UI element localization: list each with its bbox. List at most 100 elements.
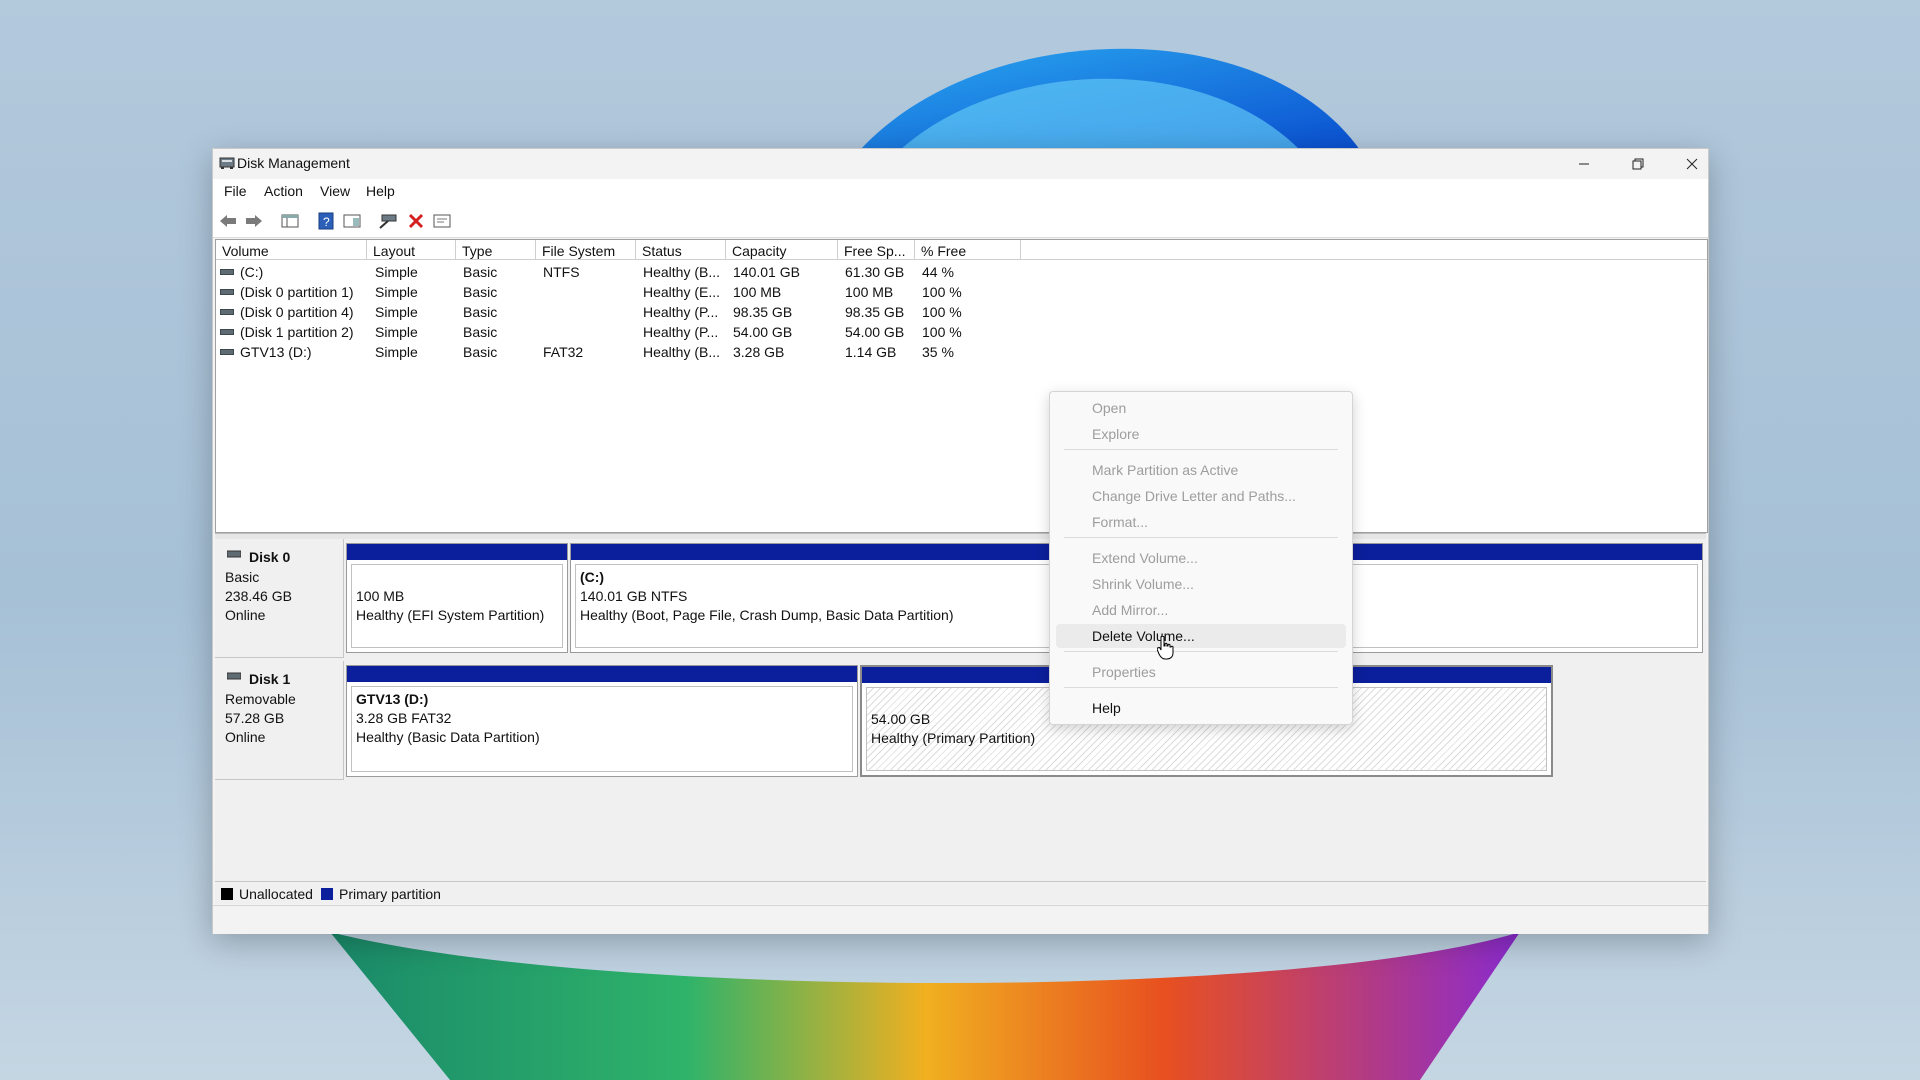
cell-type: Basic [463,324,498,340]
menu-action[interactable]: Action [264,183,303,199]
delete-button[interactable] [406,211,426,231]
partition-title: GTV13 (D:) [356,691,429,707]
partition-efi[interactable]: 100 MB Healthy (EFI System Partition) [346,543,568,653]
column-header-type[interactable]: Type [456,240,536,260]
table-row[interactable]: GTV13 (D:) Simple Basic FAT32 Healthy (B… [216,342,1116,362]
status-bar [213,905,1708,934]
cell-percent-free: 44 % [922,264,954,280]
menu-file[interactable]: File [224,183,247,199]
column-header-filler [1021,240,1707,260]
cell-free-space: 1.14 GB [845,344,897,360]
menu-item-help[interactable]: Help [1056,696,1346,720]
title-bar: Disk Management [213,149,1708,179]
minimize-button[interactable] [1557,149,1611,179]
partition-size: 54.00 GB [871,711,931,727]
partition-body: 100 MB Healthy (EFI System Partition) [351,564,563,648]
forward-button[interactable] [244,211,264,231]
menu-item-mark-active[interactable]: Mark Partition as Active [1056,458,1346,482]
menu-item-format[interactable]: Format... [1056,510,1346,534]
disk-1-label[interactable]: Disk 1 Removable 57.28 GB Online [215,661,344,780]
help-button[interactable]: ? [316,211,336,231]
menu-view[interactable]: View [320,183,350,199]
cell-free-space: 100 MB [845,284,894,300]
close-button[interactable] [1665,149,1719,179]
cell-layout: Simple [375,344,418,360]
partition-status: Healthy (Basic Data Partition) [356,729,540,745]
disk-0-label[interactable]: Disk 0 Basic 238.46 GB Online [215,539,344,658]
cell-layout: Simple [375,324,418,340]
legend-label-unallocated: Unallocated [239,886,313,902]
partition-size: 140.01 GB NTFS [580,588,688,604]
connect-button[interactable] [378,211,398,231]
back-arrow-icon [220,215,236,227]
table-row[interactable]: (Disk 0 partition 4) Simple Basic Health… [216,302,1116,322]
column-header-percent-free[interactable]: % Free [915,240,1021,260]
cell-percent-free: 35 % [922,344,954,360]
menu-item-change-drive-letter[interactable]: Change Drive Letter and Paths... [1056,484,1346,508]
partition-size: 100 MB [356,588,405,604]
show-pane-button[interactable] [342,211,362,231]
partition-body: GTV13 (D:) 3.28 GB FAT32 Healthy (Basic … [351,686,853,772]
restore-button[interactable] [1611,149,1665,179]
disk-type: Basic [225,569,260,585]
menu-item-shrink-volume[interactable]: Shrink Volume... [1056,572,1346,596]
menu-item-delete-volume[interactable]: Delete Volume... [1056,624,1346,648]
back-button[interactable] [218,211,238,231]
column-header-volume[interactable]: Volume [216,240,367,260]
toolbar: ? [213,203,1708,238]
properties-icon [433,214,451,228]
menu-separator [1064,651,1338,652]
primary-partition-bar [347,544,567,560]
column-header-capacity[interactable]: Capacity [726,240,838,260]
column-header-status[interactable]: Status [636,240,726,260]
disk-graphical-view: Disk 0 Basic 238.46 GB Online 100 MB Hea… [215,539,1706,891]
table-row[interactable]: (Disk 1 partition 2) Simple Basic Health… [216,322,1116,342]
delete-icon [408,213,424,229]
cell-free-space: 61.30 GB [845,264,905,280]
cell-capacity: 140.01 GB [733,264,800,280]
window-title: Disk Management [237,155,350,171]
legend-swatch-primary [321,888,333,900]
cell-volume: (Disk 1 partition 2) [240,324,354,340]
connect-icon [379,214,397,229]
menu-item-extend-volume[interactable]: Extend Volume... [1056,546,1346,570]
column-header-file-system[interactable]: File System [536,240,636,260]
mouse-cursor-icon [1157,636,1174,660]
menu-item-add-mirror[interactable]: Add Mirror... [1056,598,1346,622]
cell-status: Healthy (E... [643,284,721,300]
cell-file-system: FAT32 [543,344,584,360]
menu-help[interactable]: Help [366,183,395,199]
disk-name: Disk 1 [249,671,291,687]
cell-free-space: 98.35 GB [845,304,905,320]
volume-icon [220,289,234,295]
table-row[interactable]: (C:) Simple Basic NTFS Healthy (B... 140… [216,262,1116,282]
partition-gtv13[interactable]: GTV13 (D:) 3.28 GB FAT32 Healthy (Basic … [346,665,858,777]
restore-icon [1632,158,1644,170]
primary-partition-bar [347,666,857,682]
cell-volume: GTV13 (D:) [240,344,312,360]
menu-separator [1064,687,1338,688]
column-header-layout[interactable]: Layout [367,240,456,260]
cell-volume: (C:) [240,264,264,280]
cell-layout: Simple [375,304,418,320]
menu-item-explore[interactable]: Explore [1056,422,1346,446]
console-tree-button[interactable] [280,211,300,231]
menu-item-open[interactable]: Open [1056,396,1346,420]
volume-icon [220,309,234,315]
cell-capacity: 3.28 GB [733,344,785,360]
partition-status: Healthy (Boot, Page File, Crash Dump, Ba… [580,607,954,623]
volume-icon [220,349,234,355]
cell-status: Healthy (B... [643,344,721,360]
cell-status: Healthy (P... [643,324,719,340]
properties-button[interactable] [432,211,452,231]
menu-item-properties[interactable]: Properties [1056,660,1346,684]
disk-icon [227,672,241,680]
volume-list: Volume Layout Type File System Status Ca… [215,239,1708,533]
disk-state: Online [225,607,266,623]
disk-management-icon [219,157,235,169]
legend: Unallocated Primary partition [215,881,1706,904]
cell-volume: (Disk 0 partition 1) [240,284,354,300]
cell-free-space: 54.00 GB [845,324,905,340]
column-header-free-space[interactable]: Free Sp... [838,240,915,260]
table-row[interactable]: (Disk 0 partition 1) Simple Basic Health… [216,282,1116,302]
